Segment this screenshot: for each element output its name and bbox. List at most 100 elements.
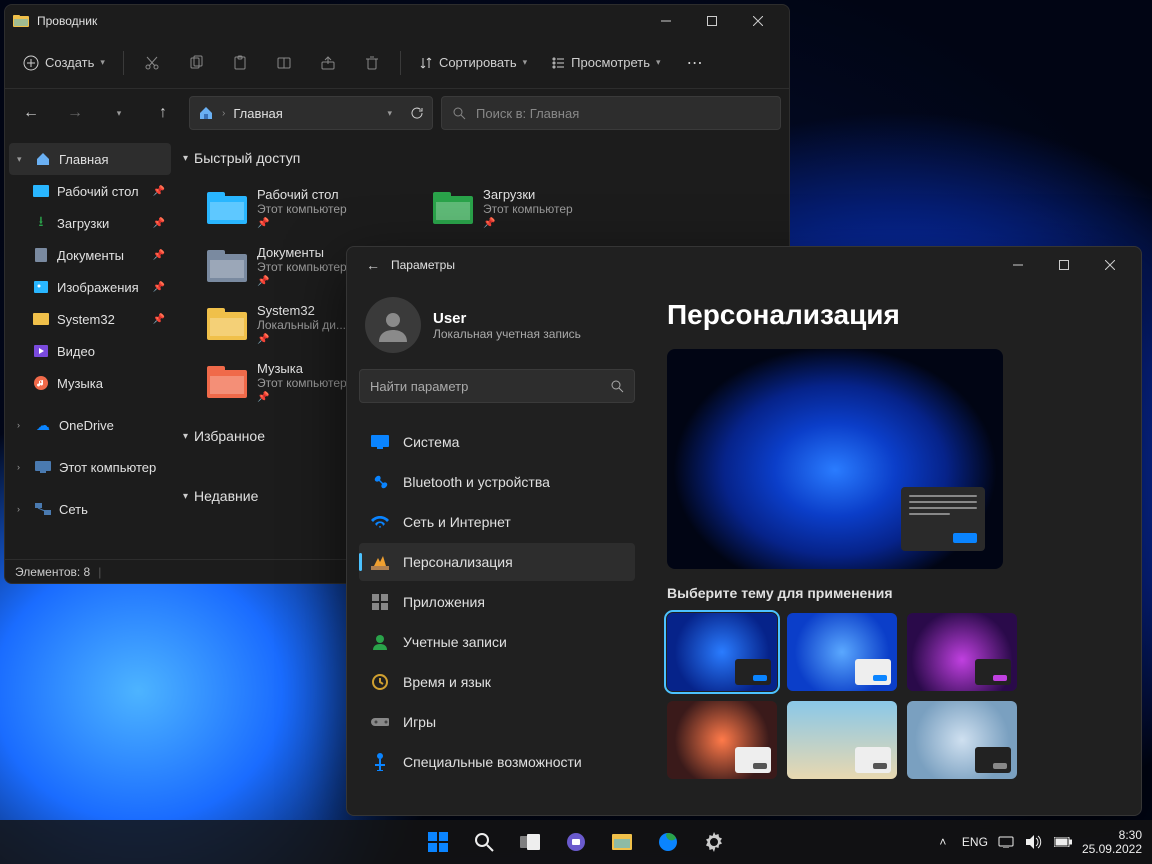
pin-icon: 📌 — [483, 218, 573, 229]
pin-icon: 📌 — [257, 334, 346, 345]
sidebar-item-system32[interactable]: System32📌 — [9, 303, 171, 335]
sidebar-item-thispc[interactable]: ›Этот компьютер — [9, 451, 171, 483]
copy-button[interactable] — [176, 45, 216, 81]
settings-nav-item[interactable]: Сеть и Интернет — [359, 503, 635, 541]
forward-button[interactable]: → — [57, 95, 93, 131]
share-button[interactable] — [308, 45, 348, 81]
sort-button[interactable]: Сортировать ▾ — [409, 45, 537, 81]
settings-nav-item[interactable]: Специальные возможности — [359, 743, 635, 781]
maximize-button[interactable] — [689, 5, 735, 37]
settings-nav-item[interactable]: Время и язык — [359, 663, 635, 701]
search-button[interactable] — [464, 822, 504, 862]
settings-nav-item[interactable]: Приложения — [359, 583, 635, 621]
view-button[interactable]: Просмотреть ▾ — [541, 45, 670, 81]
sidebar-item-documents[interactable]: Документы📌 — [9, 239, 171, 271]
start-button[interactable] — [418, 822, 458, 862]
pin-icon: 📌 — [257, 218, 347, 229]
address-bar[interactable]: › Главная ▾ — [189, 96, 433, 130]
folder-tile[interactable]: ЗагрузкиЭтот компьютер📌 — [429, 181, 639, 235]
close-button[interactable] — [1087, 249, 1133, 281]
new-button[interactable]: Создать ▾ — [13, 45, 115, 81]
group-quick-access[interactable]: ▾Быстрый доступ — [183, 143, 789, 173]
settings-nav-item[interactable]: Система — [359, 423, 635, 461]
theme-grid — [667, 613, 1121, 779]
taskbar: ˄ ENG 8:30 25.09.2022 — [0, 820, 1152, 864]
theme-option[interactable] — [907, 701, 1017, 779]
theme-option[interactable] — [787, 701, 897, 779]
refresh-button[interactable] — [410, 106, 424, 120]
pc-icon — [35, 459, 51, 475]
taskview-button[interactable] — [510, 822, 550, 862]
rename-button[interactable] — [264, 45, 304, 81]
volume-icon[interactable] — [1026, 835, 1044, 849]
chevron-right-icon: › — [222, 108, 225, 119]
taskbar-tray: ˄ ENG 8:30 25.09.2022 — [934, 828, 1152, 857]
theme-preview — [667, 349, 1003, 569]
settings-title: Параметры — [391, 258, 455, 272]
paste-button[interactable] — [220, 45, 260, 81]
nav-icon — [371, 593, 389, 611]
sidebar-item-network[interactable]: ›Сеть — [9, 493, 171, 525]
pin-icon: 📌 — [153, 218, 165, 229]
settings-nav-item[interactable]: Персонализация — [359, 543, 635, 581]
folder-icon — [207, 304, 247, 344]
close-button[interactable] — [735, 5, 781, 37]
dropdown-icon[interactable]: ▾ — [387, 108, 392, 119]
explorer-button[interactable] — [602, 822, 642, 862]
settings-nav-item[interactable]: Bluetooth и устройства — [359, 463, 635, 501]
sidebar-item-video[interactable]: Видео — [9, 335, 171, 367]
chat-button[interactable] — [556, 822, 596, 862]
settings-nav-item[interactable]: Учетные записи — [359, 623, 635, 661]
sidebar-item-home[interactable]: ▾Главная — [9, 143, 171, 175]
back-button[interactable]: ← — [355, 257, 391, 273]
settings-content: Персонализация Выберите тему для примене… — [647, 283, 1141, 815]
settings-button[interactable] — [694, 822, 734, 862]
settings-search[interactable]: Найти параметр — [359, 369, 635, 403]
cut-button[interactable] — [132, 45, 172, 81]
maximize-button[interactable] — [1041, 249, 1087, 281]
minimize-button[interactable] — [995, 249, 1041, 281]
language-indicator[interactable]: ENG — [962, 835, 988, 849]
explorer-titlebar[interactable]: Проводник — [5, 5, 789, 37]
taskbar-clock[interactable]: 8:30 25.09.2022 — [1082, 828, 1142, 857]
home-icon — [198, 105, 214, 121]
separator — [123, 51, 124, 75]
user-info[interactable]: User Локальная учетная запись — [359, 291, 635, 369]
document-icon — [33, 247, 49, 263]
delete-button[interactable] — [352, 45, 392, 81]
back-button[interactable]: ← — [13, 95, 49, 131]
sidebar-item-downloads[interactable]: ⭳Загрузки📌 — [9, 207, 171, 239]
theme-option[interactable] — [907, 613, 1017, 691]
view-label: Просмотреть — [571, 55, 650, 70]
theme-option[interactable] — [667, 613, 777, 691]
nav-icon — [371, 673, 389, 691]
up-button[interactable]: ↑ — [145, 95, 181, 131]
window-settings: ← Параметры User Локальная учетная запис… — [346, 246, 1142, 816]
explorer-title: Проводник — [37, 14, 97, 28]
folder-tile[interactable]: Рабочий столЭтот компьютер📌 — [203, 181, 413, 235]
battery-icon[interactable] — [1054, 837, 1072, 847]
network-icon[interactable] — [998, 836, 1016, 848]
pin-icon: 📌 — [257, 392, 357, 403]
edge-button[interactable] — [648, 822, 688, 862]
theme-option[interactable] — [667, 701, 777, 779]
breadcrumb[interactable]: Главная — [233, 106, 282, 121]
more-button[interactable]: ⋯ — [675, 45, 715, 81]
sidebar-item-desktop[interactable]: Рабочий стол📌 — [9, 175, 171, 207]
search-input[interactable]: Поиск в: Главная — [441, 96, 781, 130]
taskbar-center — [418, 822, 734, 862]
tray-expand-icon[interactable]: ˄ — [934, 835, 952, 849]
sidebar-item-onedrive[interactable]: ›☁OneDrive — [9, 409, 171, 441]
nav-icon — [371, 513, 389, 531]
music-icon — [33, 375, 49, 391]
settings-titlebar[interactable]: ← Параметры — [347, 247, 1141, 283]
pin-icon: 📌 — [153, 314, 165, 325]
theme-option[interactable] — [787, 613, 897, 691]
settings-nav-item[interactable]: Игры — [359, 703, 635, 741]
minimize-button[interactable] — [643, 5, 689, 37]
sidebar-item-music[interactable]: Музыка — [9, 367, 171, 399]
recent-button[interactable]: ▾ — [101, 95, 137, 131]
sidebar-item-pictures[interactable]: Изображения📌 — [9, 271, 171, 303]
pin-icon: 📌 — [153, 250, 165, 261]
user-name: User — [433, 310, 581, 327]
